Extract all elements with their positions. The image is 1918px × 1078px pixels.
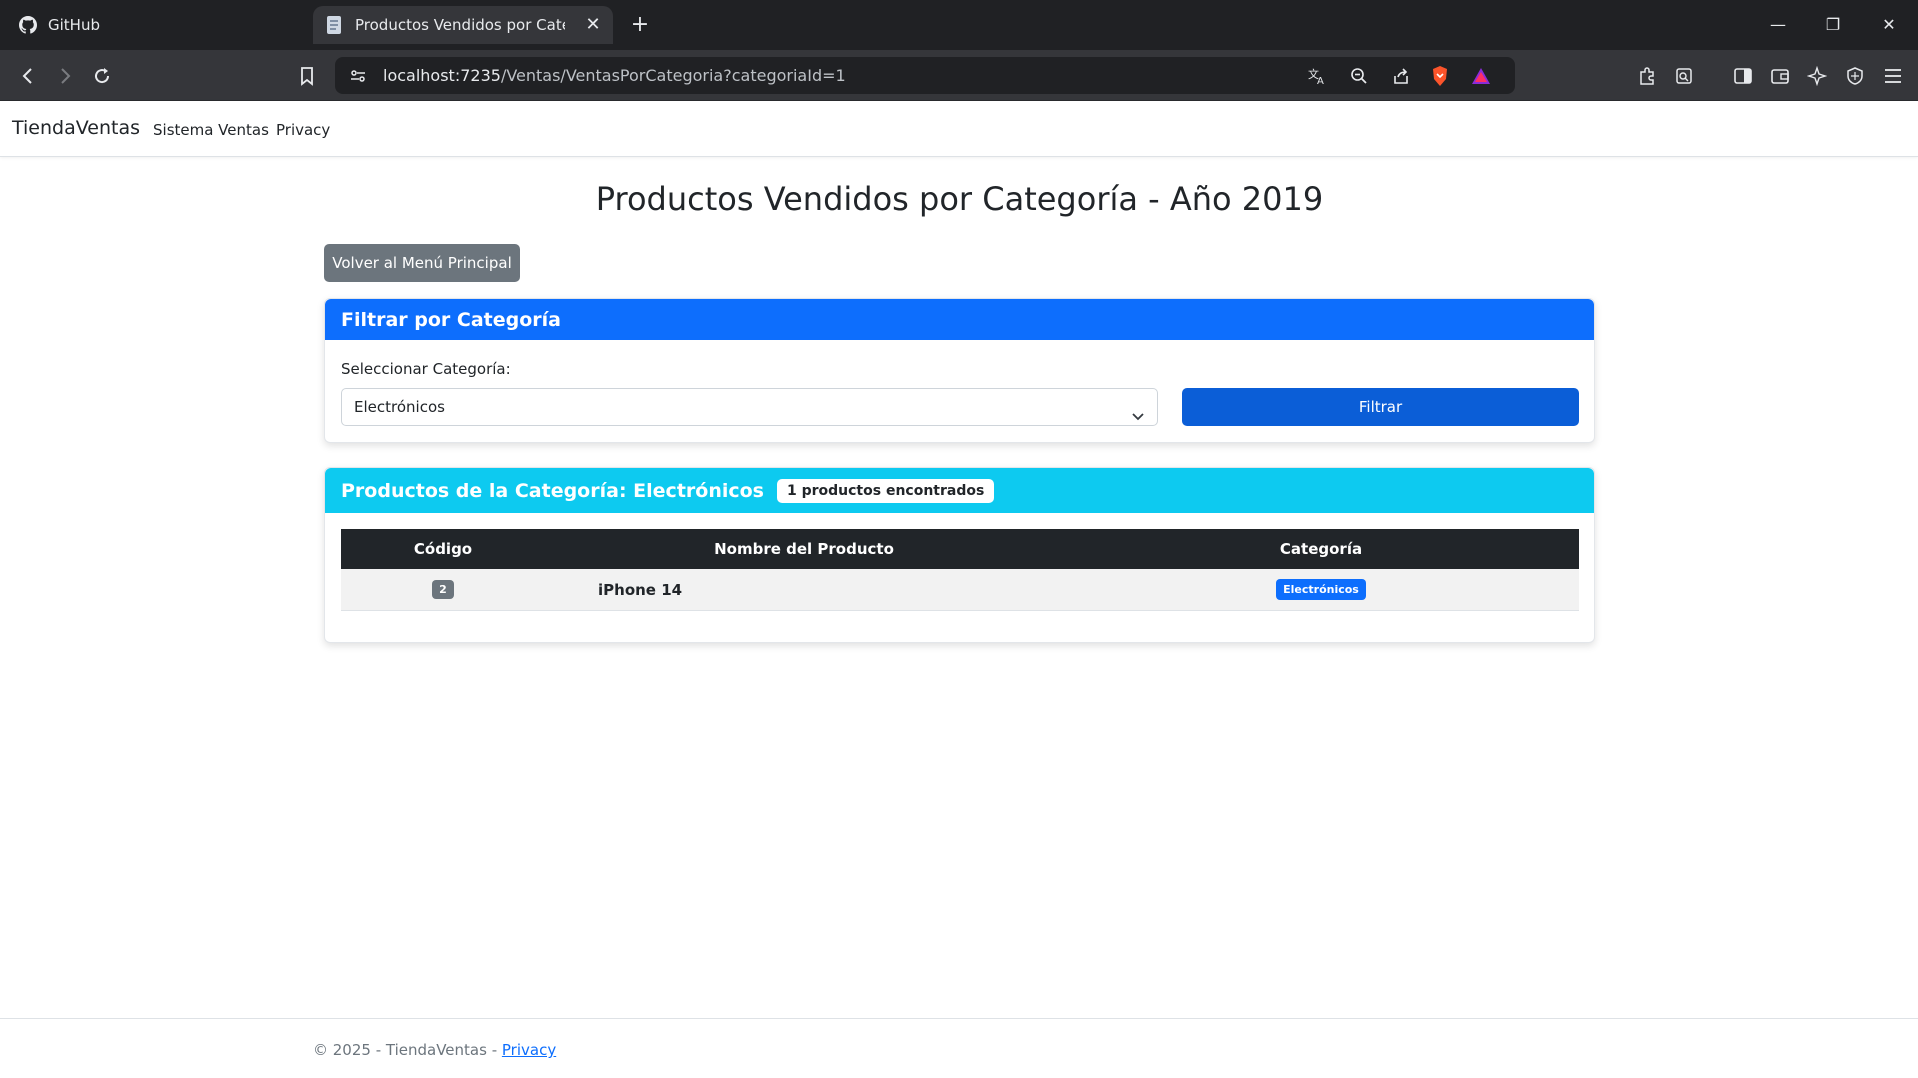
bookmark-icon[interactable] bbox=[292, 61, 322, 91]
back-to-menu-button[interactable]: Volver al Menú Principal bbox=[324, 244, 520, 282]
table-header-row: Código Nombre del Producto Categoría bbox=[341, 529, 1579, 569]
footer-privacy-link[interactable]: Privacy bbox=[502, 1041, 556, 1059]
forward-icon[interactable] bbox=[50, 61, 80, 91]
minimize-icon[interactable]: — bbox=[1763, 10, 1793, 40]
products-table: Código Nombre del Producto Categoría 2 i… bbox=[341, 529, 1579, 611]
products-header-category: Electrónicos bbox=[633, 479, 764, 502]
products-card-header: Productos de la Categoría: Electrónicos … bbox=[325, 468, 1594, 513]
column-header-categoria: Categoría bbox=[1279, 540, 1363, 558]
nav-link-privacy[interactable]: Privacy bbox=[276, 121, 330, 139]
products-header-prefix: Productos de la Categoría: bbox=[341, 479, 627, 502]
address-bar[interactable]: localhost:7235/Ventas/VentasPorCategoria… bbox=[335, 57, 1515, 94]
extensions-icon[interactable] bbox=[1632, 61, 1662, 91]
page-icon bbox=[325, 15, 345, 35]
cell-category: Electrónicos bbox=[1063, 569, 1579, 610]
brave-shields-icon[interactable] bbox=[1425, 61, 1455, 91]
svg-text:A: A bbox=[1317, 76, 1324, 85]
tab-github[interactable]: GitHub bbox=[10, 6, 310, 44]
tab-title: Productos Vendidos por Categoría - Tiend… bbox=[355, 16, 565, 34]
nav-link-sistema-ventas[interactable]: Sistema Ventas bbox=[153, 121, 269, 139]
code-badge: 2 bbox=[432, 580, 454, 599]
filter-button[interactable]: Filtrar bbox=[1182, 388, 1579, 426]
chevron-down-icon bbox=[1131, 400, 1145, 421]
navbar-brand[interactable]: TiendaVentas bbox=[12, 117, 140, 139]
products-card: Productos de la Categoría: Electrónicos … bbox=[324, 467, 1595, 643]
footer-text: © 2025 - TiendaVentas - Privacy bbox=[313, 1041, 556, 1059]
reload-icon[interactable] bbox=[87, 61, 117, 91]
filter-card: Filtrar por Categoría Seleccionar Catego… bbox=[324, 298, 1595, 443]
leo-ai-icon[interactable] bbox=[1802, 61, 1832, 91]
cell-code: 2 bbox=[341, 569, 545, 610]
sidebar-icon[interactable] bbox=[1728, 61, 1758, 91]
back-icon[interactable] bbox=[13, 61, 43, 91]
column-header-nombre: Nombre del Producto bbox=[714, 540, 894, 558]
url-host: localhost:7235 bbox=[383, 66, 501, 85]
reading-list-icon[interactable] bbox=[1669, 61, 1699, 91]
share-icon[interactable] bbox=[1386, 61, 1416, 91]
category-badge: Electrónicos bbox=[1276, 579, 1366, 600]
site-settings-icon[interactable] bbox=[343, 61, 373, 91]
wallet-icon[interactable] bbox=[1765, 61, 1795, 91]
restore-icon[interactable]: ❐ bbox=[1818, 10, 1848, 40]
github-icon bbox=[18, 15, 38, 35]
page-title: Productos Vendidos por Categoría - Año 2… bbox=[595, 180, 1324, 218]
tab-title: GitHub bbox=[48, 16, 100, 34]
url-text: localhost:7235/Ventas/VentasPorCategoria… bbox=[383, 66, 846, 85]
brave-rewards-icon[interactable] bbox=[1466, 61, 1496, 91]
translate-icon[interactable]: 文A bbox=[1302, 61, 1332, 91]
menu-icon[interactable] bbox=[1878, 61, 1908, 91]
cell-product-name: iPhone 14 bbox=[598, 580, 683, 599]
column-header-codigo: Código bbox=[413, 540, 473, 558]
browser-tab-strip: GitHub Productos Vendidos por Categoría … bbox=[0, 0, 1918, 50]
url-path: /Ventas/VentasPorCategoria?categoriaId=1 bbox=[500, 66, 846, 85]
footer-copyright: © 2025 - TiendaVentas - bbox=[313, 1041, 502, 1059]
close-tab-icon[interactable]: ✕ bbox=[583, 15, 603, 35]
app-navbar: TiendaVentas Sistema Ventas Privacy bbox=[0, 101, 1918, 157]
close-window-icon[interactable]: ✕ bbox=[1874, 10, 1904, 40]
vpn-icon[interactable] bbox=[1840, 61, 1870, 91]
category-select-value: Electrónicos bbox=[354, 398, 445, 416]
category-select[interactable]: Electrónicos bbox=[341, 388, 1158, 426]
category-select-label: Seleccionar Categoría: bbox=[341, 360, 511, 378]
zoom-out-icon[interactable] bbox=[1344, 61, 1374, 91]
product-count-badge: 1 productos encontrados bbox=[776, 478, 995, 503]
new-tab-icon[interactable]: + bbox=[627, 12, 653, 38]
footer: © 2025 - TiendaVentas - Privacy bbox=[0, 1018, 1918, 1078]
filter-card-header: Filtrar por Categoría bbox=[325, 299, 1594, 340]
browser-toolbar: localhost:7235/Ventas/VentasPorCategoria… bbox=[0, 50, 1918, 101]
table-row: 2 iPhone 14 Electrónicos bbox=[341, 569, 1579, 611]
tab-productos[interactable]: Productos Vendidos por Categoría - Tiend… bbox=[313, 6, 613, 44]
